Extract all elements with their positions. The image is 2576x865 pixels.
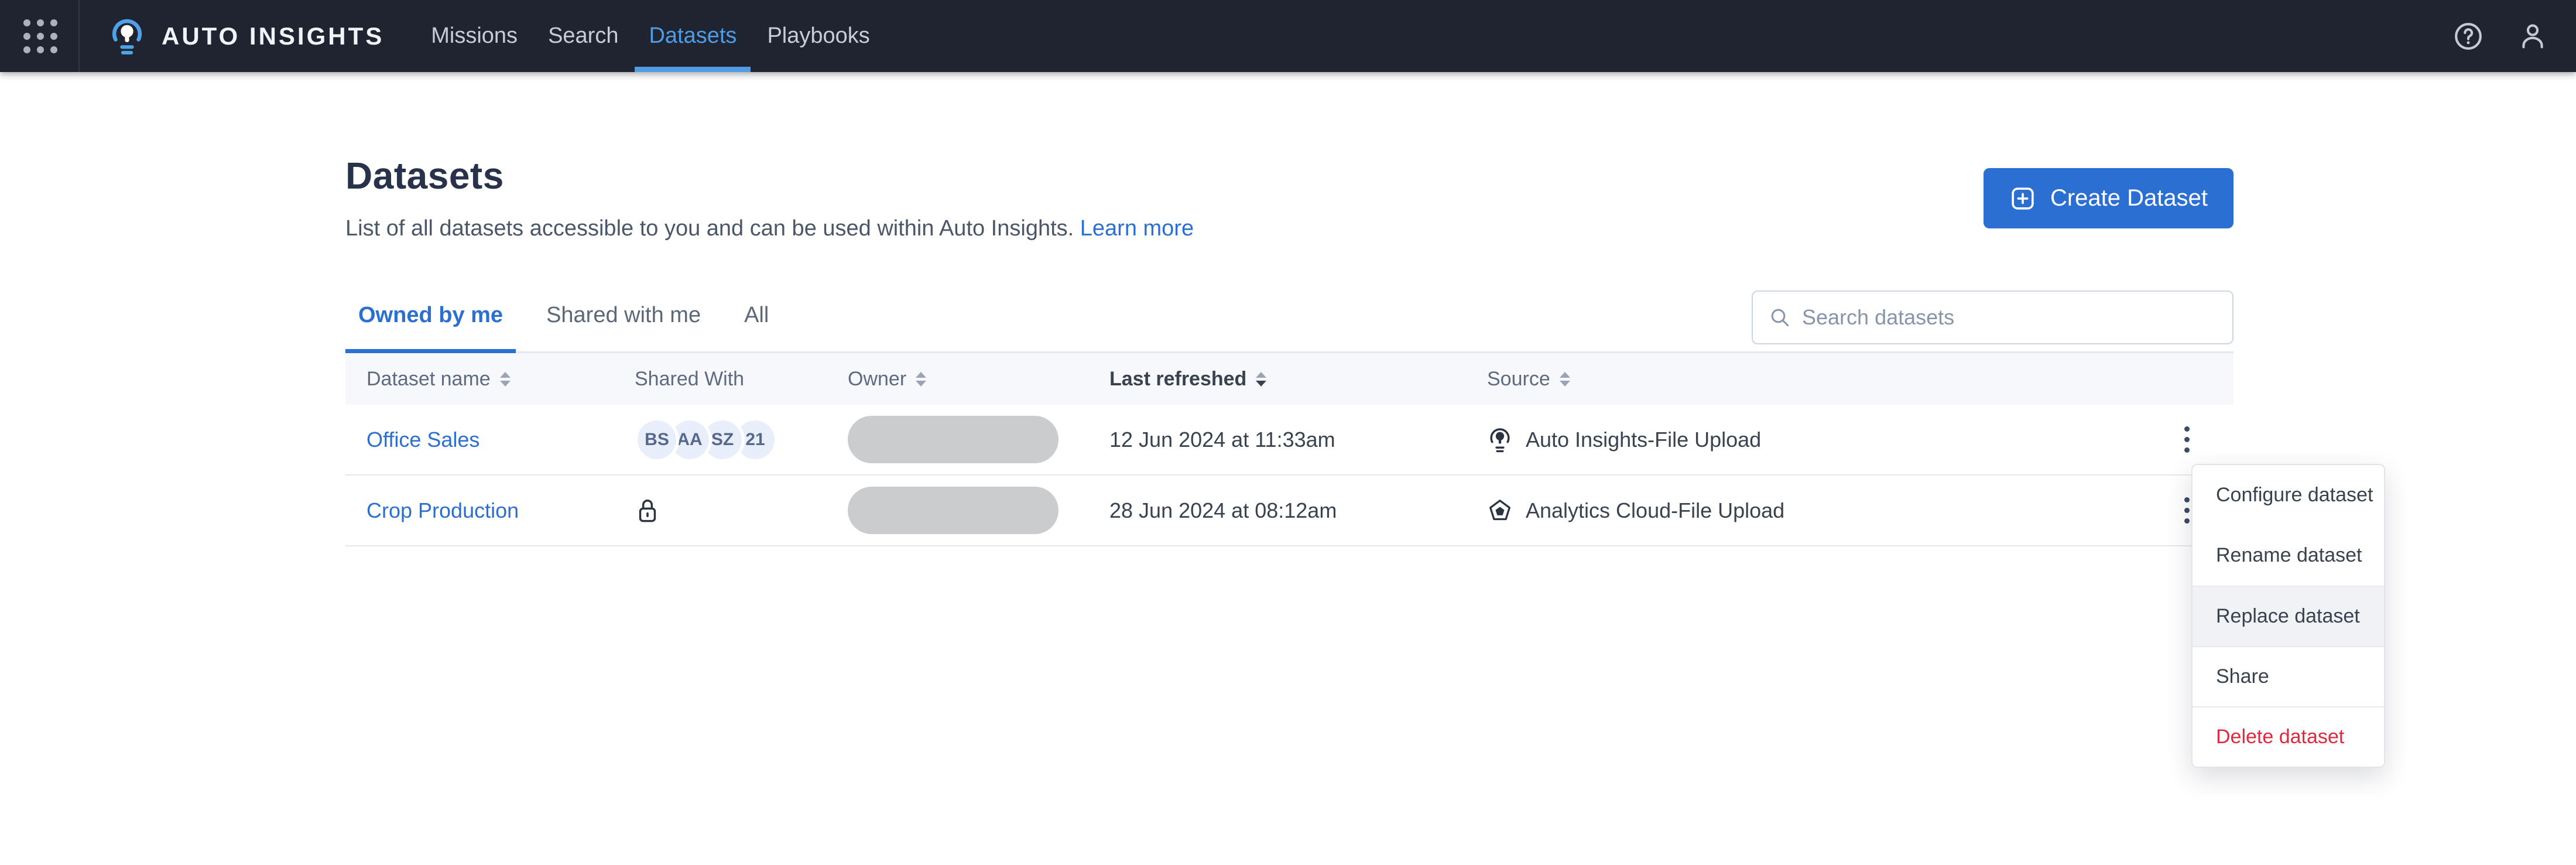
tab-owned-by-me[interactable]: Owned by me (345, 303, 516, 353)
column-header-dataset-name[interactable]: Dataset name (366, 368, 635, 391)
lightbulb-icon (1490, 428, 1510, 452)
primary-nav: Missions Search Datasets Playbooks (416, 0, 885, 72)
nav-item-playbooks[interactable]: Playbooks (752, 0, 885, 72)
column-label: Dataset name (366, 367, 491, 390)
user-profile-icon[interactable] (2517, 21, 2548, 52)
source-cell: Analytics Cloud-File Upload (1487, 497, 2140, 525)
menu-item-configure-dataset[interactable]: Configure dataset (2193, 465, 2384, 525)
column-label: Owner (848, 367, 907, 390)
sort-icon (499, 371, 511, 387)
avatar: BS (635, 417, 679, 462)
search-icon (1771, 309, 1789, 327)
column-label: Last refreshed (1109, 367, 1247, 390)
menu-item-rename-dataset[interactable]: Rename dataset (2193, 525, 2384, 586)
sort-icon-descending (1256, 371, 1267, 387)
search-datasets-box[interactable] (1752, 290, 2234, 344)
analytics-cloud-icon (1489, 499, 1510, 520)
column-header-shared-with: Shared With (635, 368, 848, 391)
auto-insights-lightbulb-logo (109, 17, 145, 56)
main-content: Datasets List of all datasets accessible… (0, 72, 2576, 546)
dataset-actions-context-menu: Configure dataset Rename dataset Replace… (2191, 464, 2385, 768)
dataset-link-office-sales[interactable]: Office Sales (366, 428, 479, 452)
dataset-filter-tabs: Owned by me Shared with me All (345, 303, 799, 353)
search-datasets-input[interactable] (1802, 305, 2217, 330)
source-label: Analytics Cloud-File Upload (1526, 498, 1785, 522)
menu-item-share[interactable]: Share (2193, 646, 2384, 706)
nav-item-missions[interactable]: Missions (416, 0, 533, 72)
help-icon[interactable] (2453, 21, 2483, 52)
table-row-office-sales: Office Sales BS AA SZ 21 12 Jun 2024 at … (345, 405, 2234, 476)
table-row-crop-production: Crop Production 28 Jun 2024 at 08:12am A… (345, 476, 2234, 546)
page-description: List of all datasets accessible to you a… (345, 216, 1194, 241)
column-header-source[interactable]: Source (1487, 368, 2140, 391)
page-title: Datasets (345, 155, 504, 197)
row-actions-kebab-icon[interactable] (2178, 420, 2195, 459)
learn-more-link[interactable]: Learn more (1080, 216, 1194, 241)
last-refreshed-value: 12 Jun 2024 at 11:33am (1109, 427, 1335, 452)
source-cell: Auto Insights-File Upload (1487, 426, 2140, 454)
column-label: Source (1487, 367, 1550, 390)
create-dataset-label: Create Dataset (2050, 185, 2208, 211)
app-title: AUTO INSIGHTS (162, 22, 385, 50)
column-label: Shared With (635, 367, 745, 390)
sort-icon (1559, 371, 1570, 387)
nav-item-search[interactable]: Search (533, 0, 633, 72)
list-toolbar: Owned by me Shared with me All (345, 290, 2234, 353)
top-navbar: AUTO INSIGHTS Missions Search Datasets P… (0, 0, 2576, 72)
column-header-last-refreshed[interactable]: Last refreshed (1109, 368, 1487, 391)
page-description-text: List of all datasets accessible to you a… (345, 216, 1074, 241)
plus-square-icon (2012, 187, 2034, 210)
app-launcher-grid-icon[interactable] (23, 19, 57, 53)
navbar-divider (78, 0, 80, 72)
tab-all[interactable]: All (731, 303, 782, 351)
tab-shared-with-me[interactable]: Shared with me (533, 303, 714, 351)
owner-redacted-pill (848, 416, 1059, 463)
column-header-owner[interactable]: Owner (848, 368, 1109, 391)
create-dataset-button[interactable]: Create Dataset (1983, 168, 2234, 228)
menu-item-replace-dataset[interactable]: Replace dataset (2193, 586, 2384, 646)
menu-item-delete-dataset[interactable]: Delete dataset (2193, 706, 2384, 767)
source-label: Auto Insights-File Upload (1526, 427, 1762, 452)
shared-with-avatars[interactable]: BS AA SZ 21 (635, 417, 848, 462)
private-lock-icon (639, 499, 656, 522)
owner-redacted-pill (848, 487, 1059, 534)
last-refreshed-value: 28 Jun 2024 at 08:12am (1109, 498, 1337, 522)
dataset-link-crop-production[interactable]: Crop Production (366, 498, 519, 522)
sort-icon (916, 371, 927, 387)
nav-item-datasets[interactable]: Datasets (633, 0, 752, 72)
table-header: Dataset name Shared With Owner Last refr… (345, 353, 2234, 405)
